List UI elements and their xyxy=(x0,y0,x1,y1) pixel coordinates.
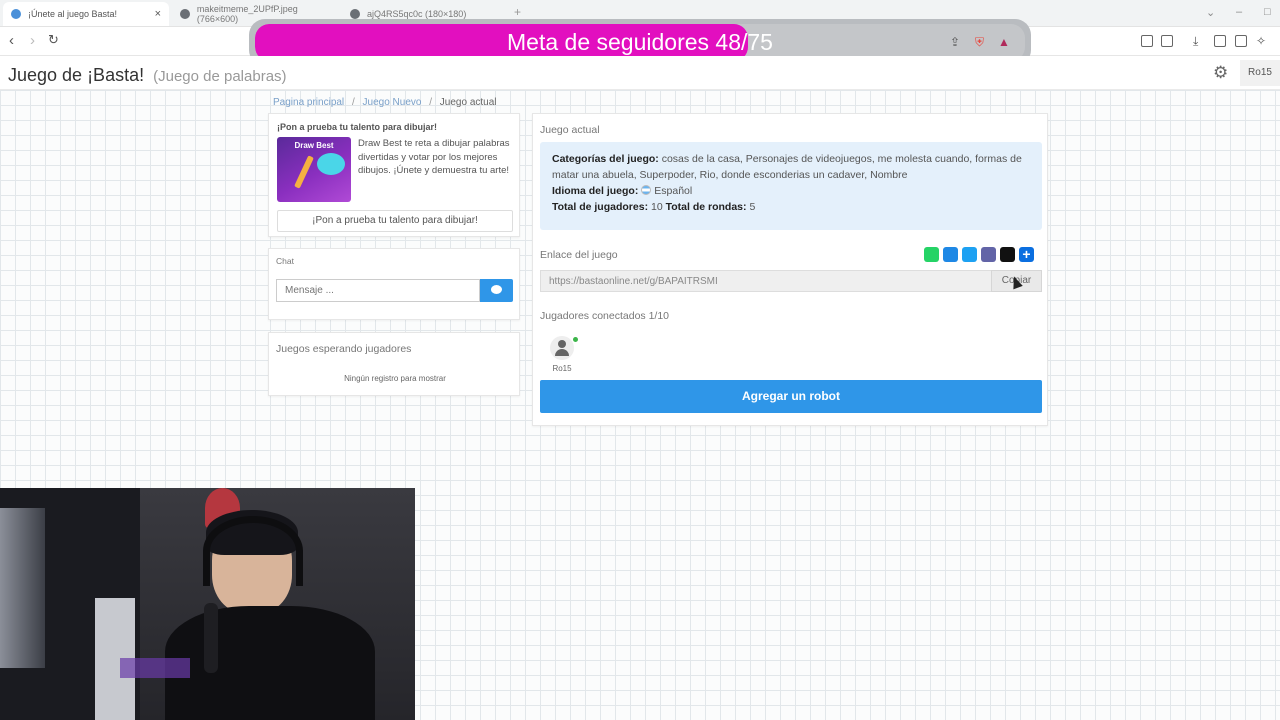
chat-panel: Chat xyxy=(268,248,520,320)
brave-rewards-icon[interactable]: ▲ xyxy=(998,35,1010,49)
promo-heading: ¡Pon a prueba tu talento para dibujar! xyxy=(277,122,438,132)
promo-description: Draw Best te reta a dibujar palabras div… xyxy=(358,138,510,176)
connected-players-label: Jugadores conectados 1/10 xyxy=(540,310,670,322)
page-header: Juego de ¡Basta! (Juego de palabras) ⚙ R… xyxy=(0,56,1280,90)
rounds-value: 5 xyxy=(749,201,756,213)
back-icon[interactable]: ‹ xyxy=(9,32,14,49)
game-link-label: Enlace del juego xyxy=(540,249,618,261)
current-game-title: Juego actual xyxy=(540,124,600,136)
rounds-label: Total de rondas: xyxy=(665,201,747,213)
breadcrumb-current: Juego actual xyxy=(439,97,497,108)
gear-icon[interactable]: ⚙ xyxy=(1213,63,1228,83)
whatsapp-icon[interactable] xyxy=(924,247,939,262)
game-totals: Total de jugadores: 10 Total de rondas: … xyxy=(552,199,1030,215)
wallet-icon[interactable] xyxy=(1235,35,1247,47)
chat-bubble-icon xyxy=(491,285,502,294)
paintbrush-icon xyxy=(294,155,314,189)
browser-tab-basta[interactable]: ¡Únete al juego Basta! × xyxy=(3,2,169,26)
waiting-games-title: Juegos esperando jugadores xyxy=(276,343,412,355)
snapchat-icon[interactable] xyxy=(1000,247,1015,262)
site-title[interactable]: Juego de ¡Basta! (Juego de palabras) xyxy=(8,65,287,86)
chat-message-input[interactable] xyxy=(276,279,480,302)
promo-image-title: Draw Best xyxy=(294,141,334,150)
draw-best-promo-image[interactable]: Draw Best xyxy=(277,137,351,202)
headphones xyxy=(203,516,303,586)
players-total-label: Total de jugadores: xyxy=(552,201,649,213)
webcam-feed xyxy=(0,488,415,720)
sidebar-icon[interactable] xyxy=(1214,35,1226,47)
leo-ai-icon[interactable]: ✧ xyxy=(1256,34,1266,48)
close-tab-icon[interactable]: × xyxy=(155,8,161,20)
tab-list-chevron-icon[interactable]: ⌄ xyxy=(1206,6,1215,19)
maximize-icon[interactable]: □ xyxy=(1264,6,1271,18)
waiting-games-panel: Juegos esperando jugadores Ningún regist… xyxy=(268,332,520,396)
breadcrumb: Pagina principal / Juego Nuevo / Juego a… xyxy=(273,97,497,108)
user-silhouette-head xyxy=(558,340,566,348)
current-game-panel: Juego actual Categorías del juego: cosas… xyxy=(532,113,1048,426)
chat-title: Chat xyxy=(276,256,294,266)
language-label: Idioma del juego: xyxy=(552,185,639,197)
breadcrumb-new-game-link[interactable]: Juego Nuevo xyxy=(363,97,422,108)
player-avatar xyxy=(550,336,574,360)
categories-label: Categorías del juego: xyxy=(552,153,659,165)
game-language: Idioma del juego: Español xyxy=(552,183,1030,199)
brave-shield-icon[interactable]: ⛨ xyxy=(975,35,984,50)
site-subtitle: (Juego de palabras) xyxy=(153,68,287,85)
globe-icon xyxy=(350,9,360,19)
breadcrumb-separator: / xyxy=(351,97,355,108)
player-name: Ro15 xyxy=(552,364,572,373)
breadcrumb-separator: / xyxy=(429,97,433,108)
forward-icon[interactable]: › xyxy=(30,32,35,49)
online-status-dot xyxy=(573,337,578,342)
screenshot-icon[interactable] xyxy=(1161,35,1173,47)
promo-button[interactable]: ¡Pon a prueba tu talento para dibujar! xyxy=(277,210,513,232)
extensions-icon[interactable] xyxy=(1141,35,1153,47)
language-value: Español xyxy=(654,185,693,197)
globe-icon xyxy=(180,9,190,19)
share-page-icon[interactable]: ⇪ xyxy=(950,35,960,49)
user-menu[interactable]: Ro15 xyxy=(1240,60,1280,86)
breadcrumb-home-link[interactable]: Pagina principal xyxy=(273,97,344,108)
site-title-text: Juego de ¡Basta! xyxy=(8,65,145,85)
new-tab-button[interactable]: + xyxy=(514,5,521,19)
add-share-icon[interactable]: + xyxy=(1019,247,1034,262)
download-icon[interactable]: ⤓ xyxy=(1193,34,1198,49)
person-shirt xyxy=(165,606,375,720)
tab-title: ¡Únete al juego Basta! xyxy=(28,9,118,19)
twitter-icon[interactable] xyxy=(962,247,977,262)
teams-icon[interactable] xyxy=(981,247,996,262)
desk-light xyxy=(120,658,190,678)
tab-title: ajQ4RS5qc0c (180×180) xyxy=(367,9,467,19)
waiting-games-empty-text: Ningún registro para mostrar xyxy=(344,374,446,383)
minimize-icon[interactable]: – xyxy=(1236,6,1242,18)
draw-best-promo-panel: ¡Pon a prueba tu talento para dibujar! D… xyxy=(268,113,520,237)
add-robot-button[interactable]: Agregar un robot xyxy=(540,380,1042,413)
game-link-field[interactable] xyxy=(540,270,992,292)
microphone xyxy=(204,603,218,673)
basta-favicon-icon xyxy=(11,9,21,19)
monitor-glow xyxy=(0,508,45,668)
promo-badge-shape xyxy=(317,153,345,175)
players-total-value: 10 xyxy=(651,201,663,213)
reload-icon[interactable]: ↻ xyxy=(48,32,59,48)
user-silhouette-body xyxy=(555,349,569,356)
game-info-box: Categorías del juego: cosas de la casa, … xyxy=(540,142,1042,230)
chat-send-button[interactable] xyxy=(480,279,513,302)
game-categories: Categorías del juego: cosas de la casa, … xyxy=(552,151,1030,183)
argentina-flag-icon xyxy=(641,185,652,195)
messenger-icon[interactable] xyxy=(943,247,958,262)
